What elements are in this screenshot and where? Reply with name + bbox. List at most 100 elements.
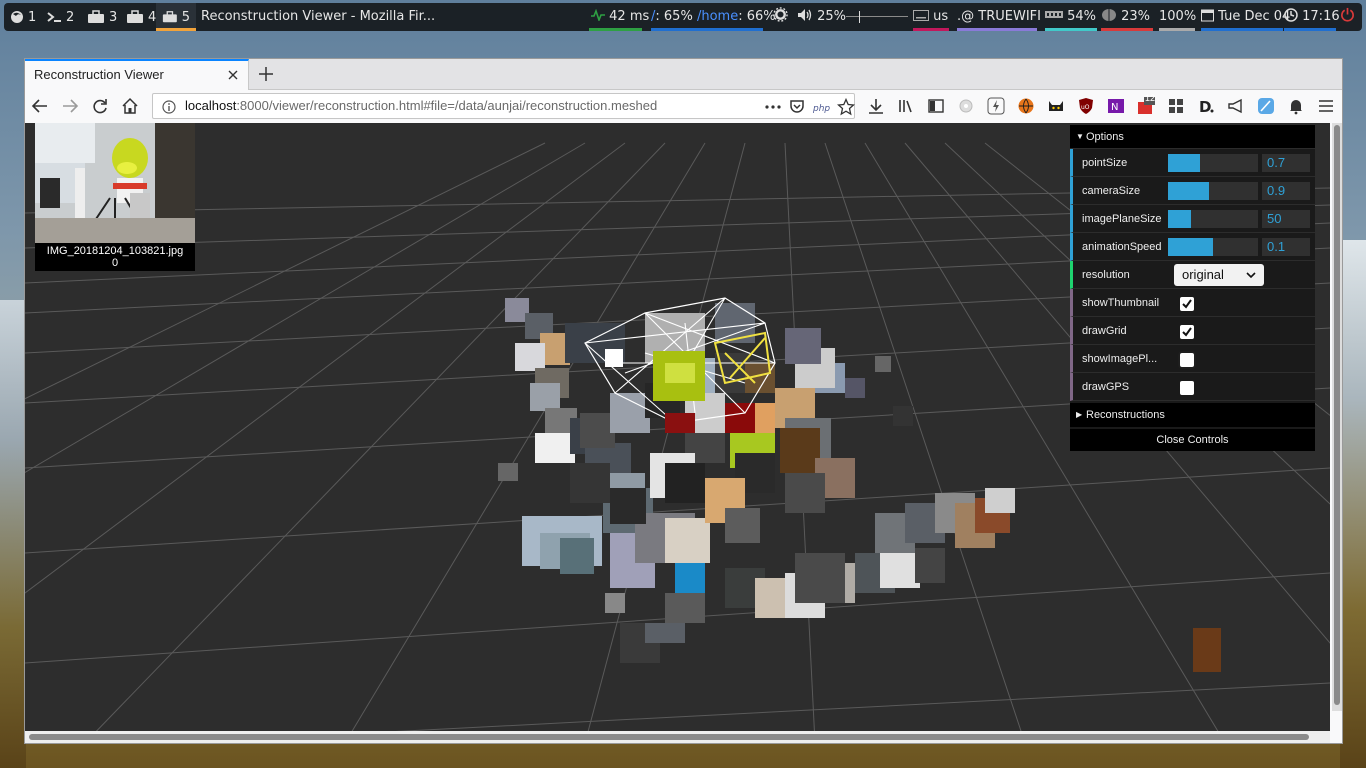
terminal-icon [47, 12, 61, 22]
showimageplane-checkbox[interactable] [1178, 351, 1196, 369]
new-tab-icon[interactable] [257, 65, 275, 83]
keyboard-layout[interactable]: us [913, 3, 949, 31]
home-icon[interactable] [121, 97, 139, 115]
reconstruction-canvas[interactable]: IMG_20181204_103821.jpg 0 ▼ Options poin… [25, 123, 1330, 743]
pointsize-slider[interactable] [1168, 154, 1258, 172]
animationspeed-slider[interactable] [1168, 238, 1258, 256]
sidebar-icon[interactable] [927, 97, 945, 115]
extension-feather-icon[interactable] [1257, 97, 1275, 115]
workspace-2[interactable]: 2 [46, 3, 74, 31]
ping-indicator: 42 ms [589, 3, 649, 31]
animationspeed-control: animationSpeed 0.1 [1070, 233, 1315, 261]
horizontal-scrollbar-thumb[interactable] [29, 734, 1309, 740]
imageplanesize-value-input[interactable]: 50 [1262, 210, 1310, 228]
thumbnail-filename: IMG_20181204_103821.jpg [46, 245, 184, 257]
onenote-icon[interactable]: N [1107, 97, 1125, 115]
system-panel: 1 2 3 4 5 Reconstruction Viewer - Mozill… [4, 3, 1362, 31]
url-bar[interactable]: localhost:8000/viewer/reconstruction.htm… [152, 93, 855, 119]
memory-indicator: 54% [1045, 3, 1097, 31]
ublock-icon[interactable]: uO [1077, 97, 1095, 115]
showimageplane-control: showImagePl... [1070, 345, 1315, 373]
workspace-1[interactable]: 1 [10, 3, 36, 31]
download-icon[interactable] [867, 97, 885, 115]
extension-cat-icon[interactable] [1047, 97, 1065, 115]
resolution-control: resolution original [1070, 261, 1315, 289]
extension-bell-icon[interactable] [1287, 97, 1305, 115]
tab-strip: Reconstruction Viewer [25, 59, 1342, 90]
close-controls-button[interactable]: Close Controls [1070, 429, 1315, 451]
tab-reconstruction-viewer[interactable]: Reconstruction Viewer [25, 59, 249, 90]
vertical-scrollbar-thumb[interactable] [1334, 125, 1340, 705]
imageplanesize-control: imagePlaneSize 50 [1070, 205, 1315, 233]
desktop-wallpaper-left [0, 300, 26, 768]
close-icon[interactable] [226, 68, 240, 82]
extension-ball-icon[interactable] [1017, 97, 1035, 115]
drawgrid-label: drawGrid [1082, 325, 1127, 337]
thumbnail-caption: IMG_20181204_103821.jpg 0 [35, 245, 195, 269]
camerasize-label: cameraSize [1082, 185, 1141, 197]
workspace-4[interactable]: 4 [126, 3, 156, 31]
camerasize-control: cameraSize 0.9 [1070, 177, 1315, 205]
animationspeed-value-input[interactable]: 0.1 [1262, 238, 1310, 256]
memory-icon [1045, 11, 1063, 18]
extension-gear-icon[interactable] [957, 97, 975, 115]
megaphone-icon[interactable] [1227, 97, 1245, 115]
volume-slider-knob[interactable] [859, 11, 860, 23]
clock-icon [1284, 8, 1298, 22]
browser-window: Reconstruction Viewer localhost:8000/vie… [24, 58, 1343, 744]
horizontal-scrollbar[interactable] [25, 731, 1330, 743]
power-icon[interactable] [1340, 3, 1355, 31]
reconstructions-folder[interactable]: ▶ Reconstructions [1070, 403, 1315, 427]
drawgps-checkbox[interactable] [1180, 381, 1194, 395]
extension-lightning-icon[interactable] [987, 97, 1005, 115]
firefox-icon [11, 11, 23, 23]
back-icon[interactable] [31, 97, 49, 115]
date-indicator[interactable]: Tue Dec 04 [1201, 3, 1290, 31]
bookmark-star-icon[interactable] [837, 98, 855, 116]
vertical-scrollbar[interactable] [1332, 123, 1342, 711]
briefcase-icon [88, 10, 104, 23]
svg-text:uO: uO [1081, 104, 1090, 111]
pointsize-label: pointSize [1082, 157, 1128, 169]
info-icon[interactable] [162, 100, 176, 114]
workspace-5[interactable]: 5 [156, 3, 196, 31]
volume-indicator[interactable]: 25% [797, 3, 846, 31]
calendar-icon [1201, 9, 1214, 22]
settings-icon[interactable] [773, 3, 788, 31]
cpu-indicator: 23% [1101, 3, 1153, 31]
php-icon[interactable]: php [813, 98, 831, 116]
tab-title: Reconstruction Viewer [34, 67, 164, 82]
pointsize-value-input[interactable]: 0.7 [1262, 154, 1310, 172]
clock-indicator[interactable]: 17:16 [1284, 3, 1340, 31]
options-folder-title[interactable]: ▼ Options [1070, 125, 1315, 149]
imageplanesize-slider[interactable] [1168, 210, 1258, 228]
briefcase-icon [127, 10, 143, 23]
camerasize-value-input[interactable]: 0.9 [1262, 182, 1310, 200]
battery-indicator: 100% [1159, 3, 1196, 31]
svg-text:N: N [1111, 102, 1118, 113]
camerasize-slider[interactable] [1168, 182, 1258, 200]
resolution-select[interactable]: original [1174, 264, 1264, 286]
url-text: localhost:8000/viewer/reconstruction.htm… [185, 98, 658, 113]
speaker-icon [798, 9, 812, 21]
image-thumbnail[interactable]: IMG_20181204_103821.jpg 0 [35, 123, 195, 271]
reload-icon[interactable] [91, 97, 109, 115]
showthumbnail-checkbox[interactable] [1180, 297, 1194, 311]
menu-icon[interactable] [1317, 97, 1335, 115]
pocket-icon[interactable] [789, 98, 805, 116]
library-icon[interactable] [897, 97, 915, 115]
extension-grid-icon[interactable] [1167, 97, 1185, 115]
forward-icon[interactable] [61, 97, 79, 115]
wifi-indicator[interactable]: .@ TRUEWIFI [957, 3, 1041, 31]
volume-slider[interactable] [846, 16, 908, 17]
imageplanesize-label: imagePlaneSize [1082, 213, 1162, 225]
thumbnail-index: 0 [111, 257, 119, 269]
drawgrid-control: drawGrid [1070, 317, 1315, 345]
drawgrid-checkbox[interactable] [1180, 325, 1194, 339]
extension-d-icon[interactable]: D [1197, 97, 1215, 115]
resolution-label: resolution [1082, 269, 1130, 281]
page-actions-icon[interactable] [764, 98, 782, 116]
keyboard-icon [913, 10, 929, 21]
animationspeed-label: animationSpeed [1082, 241, 1162, 253]
workspace-3[interactable]: 3 [87, 3, 117, 31]
